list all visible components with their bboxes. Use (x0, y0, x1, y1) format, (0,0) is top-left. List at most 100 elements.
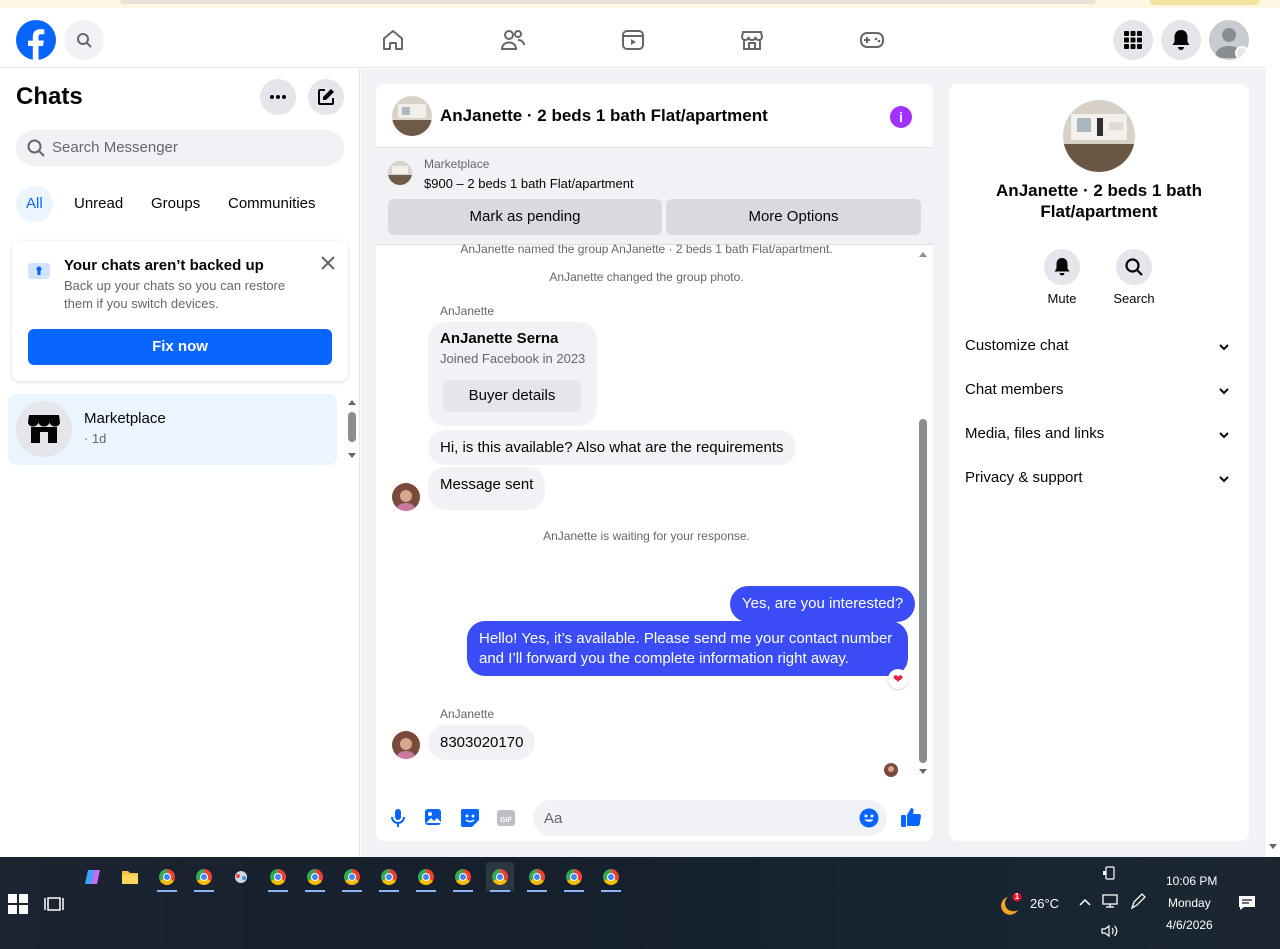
chrome-icon[interactable] (449, 862, 477, 892)
marketplace-icon[interactable] (738, 26, 766, 54)
chat-scrollbar[interactable] (916, 249, 930, 777)
search-icon (1116, 249, 1152, 285)
filter-communities[interactable]: Communities (218, 186, 326, 222)
profile-avatar[interactable] (1209, 20, 1249, 60)
chrome-icon[interactable] (412, 862, 440, 892)
incoming-message[interactable]: Hi, is this available? Also what are the… (428, 430, 796, 465)
buyer-details-button[interactable]: Buyer details (443, 380, 581, 412)
sticker-icon[interactable] (460, 808, 480, 828)
conversation-time: · 1d (84, 431, 107, 446)
search-icon[interactable] (64, 20, 104, 60)
chrome-icon[interactable] (523, 862, 551, 892)
fix-now-button[interactable]: Fix now (28, 329, 332, 365)
like-icon[interactable] (900, 806, 922, 828)
facebook-header (0, 8, 1266, 68)
address-bar[interactable] (120, 0, 1096, 4)
backup-body: Back up your chats so you can restore th… (64, 278, 286, 311)
windows-start-icon[interactable] (8, 894, 28, 914)
clock-date[interactable]: 4/6/2026 (1166, 918, 1213, 932)
outgoing-message[interactable]: Yes, are you interested? (730, 586, 916, 622)
mute-button[interactable]: Mute (1032, 249, 1092, 306)
conversation-name: Marketplace (84, 410, 166, 427)
emoji-icon[interactable] (859, 808, 879, 828)
close-icon[interactable] (316, 251, 340, 275)
outgoing-message[interactable]: Hello! Yes, it’s available. Please send … (467, 621, 908, 676)
copilot-icon[interactable] (79, 862, 107, 892)
page-scrollbar[interactable] (1266, 8, 1280, 857)
sidebar-scrollbar[interactable] (346, 397, 358, 463)
chrome-icon[interactable] (190, 862, 218, 892)
new-message-button[interactable] (308, 79, 344, 115)
windows-taskbar: 1 26°C 10:06 PM Monday 4/6/2026 (0, 857, 1280, 949)
group-photo[interactable] (1063, 100, 1135, 172)
home-icon[interactable] (379, 26, 407, 54)
chrome-icon[interactable] (153, 862, 181, 892)
heart-reaction-icon[interactable]: ❤ (888, 669, 908, 689)
menu-grid-icon[interactable] (1113, 20, 1153, 60)
notification-center-icon[interactable] (1238, 895, 1256, 914)
search-input[interactable]: Search Messenger (16, 130, 344, 166)
microphone-icon[interactable] (388, 808, 408, 828)
temperature[interactable]: 26°C (1030, 896, 1059, 911)
filter-all[interactable]: All (16, 186, 53, 222)
chrome-icon[interactable] (560, 862, 588, 892)
video-icon[interactable] (619, 26, 647, 54)
section-customize-chat[interactable]: Customize chat (965, 337, 1233, 361)
section-chat-members[interactable]: Chat members (965, 381, 1233, 405)
browser-button[interactable] (1150, 0, 1260, 5)
mark-as-pending-button[interactable]: Mark as pending (388, 199, 662, 235)
weather-moon-icon[interactable]: 1 (1000, 892, 1022, 915)
filter-unread[interactable]: Unread (64, 186, 133, 222)
incoming-message[interactable]: Message sent (428, 467, 546, 510)
conversation-item[interactable]: Marketplace · 1d (8, 394, 337, 465)
photo-icon[interactable] (424, 808, 444, 828)
section-label: Chat members (965, 381, 1064, 398)
facebook-logo[interactable] (16, 20, 56, 60)
section-label: Privacy & support (965, 469, 1083, 486)
pen-icon[interactable] (1129, 893, 1147, 914)
page-title: Chats (16, 83, 83, 110)
more-options-button[interactable] (260, 79, 296, 115)
more-options-button[interactable]: More Options (666, 199, 921, 235)
task-view-icon[interactable] (40, 889, 68, 919)
chrome-icon[interactable] (338, 862, 366, 892)
volume-icon[interactable] (1101, 924, 1119, 941)
buyer-name: AnJanette Serna (440, 330, 559, 347)
sender-avatar[interactable] (392, 483, 420, 511)
section-privacy-support[interactable]: Privacy & support (965, 469, 1233, 493)
section-media-files-links[interactable]: Media, files and links (965, 425, 1233, 449)
chat-header: AnJanette · 2 beds 1 bath Flat/apartment… (376, 84, 933, 148)
scroll-thumb[interactable] (919, 419, 927, 763)
chrome-icon[interactable] (264, 862, 292, 892)
backup-notice: Your chats aren’t backed up Back up your… (12, 241, 348, 381)
device-icon[interactable] (1103, 866, 1117, 883)
sender-avatar[interactable] (392, 731, 420, 759)
chat-avatar[interactable] (392, 96, 432, 136)
app-icon[interactable] (227, 862, 255, 892)
chrome-icon[interactable] (597, 862, 625, 892)
chevron-up-icon[interactable] (1078, 894, 1092, 910)
file-explorer-icon[interactable] (116, 862, 144, 892)
clock-time[interactable]: 10:06 PM (1166, 874, 1217, 888)
marketplace-listing-bar: Marketplace $900 – 2 beds 1 bath Flat/ap… (376, 148, 933, 245)
chrome-icon[interactable] (486, 862, 514, 892)
friends-icon[interactable] (499, 26, 527, 54)
chrome-icon[interactable] (301, 862, 329, 892)
network-icon[interactable] (1101, 893, 1119, 912)
chrome-icon[interactable] (375, 862, 403, 892)
backup-chat-icon (28, 261, 52, 281)
search-in-chat-button[interactable]: Search (1104, 249, 1164, 306)
gif-icon[interactable]: GIF (496, 808, 516, 828)
filter-groups[interactable]: Groups (141, 186, 210, 222)
clock-day[interactable]: Monday (1168, 896, 1211, 910)
marketplace-icon (16, 401, 72, 457)
search-icon (27, 139, 45, 157)
notifications-bell-icon[interactable] (1161, 20, 1201, 60)
sender-name: AnJanette (440, 304, 495, 318)
incoming-message[interactable]: 8303020170 (428, 725, 536, 760)
gaming-icon[interactable] (858, 26, 886, 54)
info-icon[interactable]: i (890, 106, 912, 128)
system-message: AnJanette is waiting for your response. (543, 529, 750, 543)
backup-title: Your chats aren’t backed up (64, 257, 264, 274)
message-input[interactable]: Aa (533, 800, 887, 836)
